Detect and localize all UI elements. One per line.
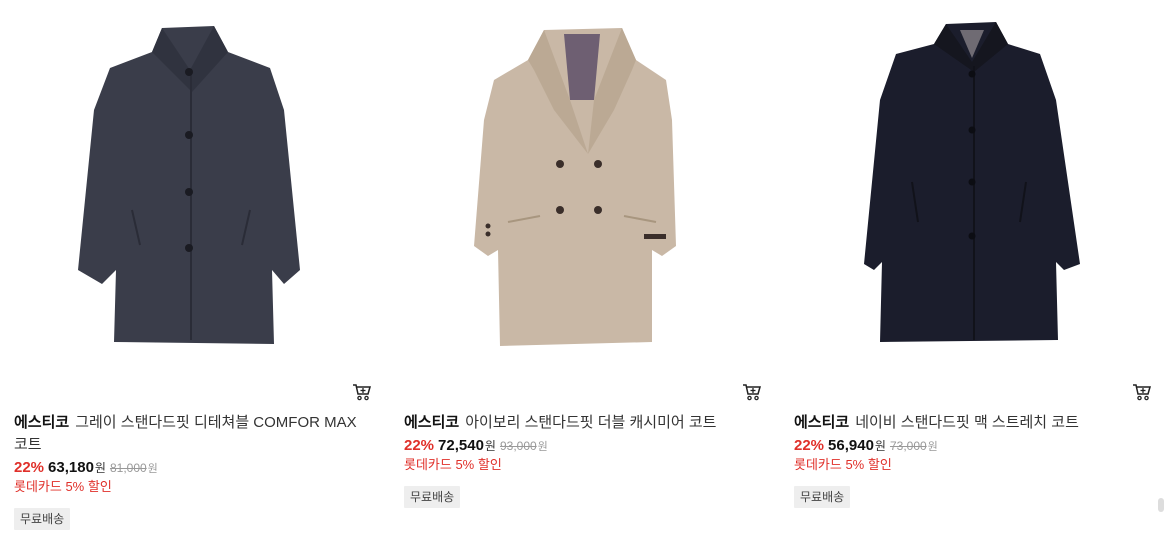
- cart-icon: [353, 384, 371, 401]
- price-unit: 원: [94, 461, 106, 475]
- price-unit: 원: [484, 439, 496, 453]
- discount-rate: 22%: [404, 437, 435, 454]
- price-row-1: 22% 63,180원 81,000원: [14, 458, 158, 479]
- product-grid: 에스티코 그레이 스탠다드핏 디테쳐블 COMFOR MAX 코트 22% 63,1…: [0, 0, 1164, 533]
- product-image-1[interactable]: [14, 0, 372, 372]
- gray-coat-image: [78, 26, 300, 344]
- page-scrollbar[interactable]: [1158, 498, 1164, 512]
- product-image-2[interactable]: [404, 0, 762, 372]
- price-row-3: 22% 56,940원 73,000원: [794, 436, 938, 457]
- cart-icon: [743, 384, 761, 401]
- product-brand: 에스티코: [14, 414, 70, 431]
- discount-rate: 22%: [794, 437, 825, 454]
- product-title-3[interactable]: 에스티코 네이비 스탠다드핏 맥 스트레치 코트: [794, 412, 1150, 434]
- cart-icon: [1133, 384, 1151, 401]
- card-discount-text: 롯데카드 5% 할인: [14, 479, 112, 494]
- ivory-coat-image: [474, 28, 676, 346]
- original-price-unit: 원: [537, 441, 548, 453]
- card-discount-text: 롯데카드 5% 할인: [794, 457, 892, 472]
- product-title-2[interactable]: 에스티코 아이보리 스탠다드핏 더블 캐시미어 코트: [404, 412, 760, 434]
- price-unit: 원: [874, 439, 886, 453]
- sale-price: 56,940: [828, 437, 874, 454]
- add-to-cart-button-3[interactable]: [1132, 382, 1154, 402]
- original-price: 73,000: [889, 439, 927, 453]
- original-price: 81,000: [109, 461, 147, 475]
- product-card-2: 에스티코 아이보리 스탠다드핏 더블 캐시미어 코트 22% 72,540원 93,0…: [404, 0, 774, 533]
- add-to-cart-button-1[interactable]: [352, 382, 374, 402]
- sale-price: 72,540: [438, 437, 484, 454]
- free-shipping-badge: 무료배송: [14, 508, 71, 530]
- sale-price: 63,180: [48, 459, 94, 476]
- free-shipping-badge: 무료배송: [404, 486, 461, 508]
- product-card-3: 에스티코 네이비 스탠다드핏 맥 스트레치 코트 22% 56,940원 73,000…: [794, 0, 1164, 533]
- free-shipping-badge: 무료배송: [794, 486, 851, 508]
- product-image-3[interactable]: [794, 0, 1152, 372]
- price-row-2: 22% 72,540원 93,000원: [404, 436, 548, 457]
- original-price-unit: 원: [927, 441, 938, 453]
- add-to-cart-button-2[interactable]: [742, 382, 764, 402]
- product-name: 아이보리 스탠다드핏 더블 캐시미어 코트: [465, 414, 717, 431]
- original-price-unit: 원: [147, 463, 158, 475]
- original-price: 93,000: [499, 439, 537, 453]
- product-brand: 에스티코: [404, 414, 460, 431]
- product-brand: 에스티코: [794, 414, 850, 431]
- discount-rate: 22%: [14, 459, 45, 476]
- product-name: 네이비 스탠다드핏 맥 스트레치 코트: [855, 414, 1079, 431]
- product-card-1: 에스티코 그레이 스탠다드핏 디테쳐블 COMFOR MAX 코트 22% 63,1…: [14, 0, 384, 533]
- navy-coat-image: [864, 22, 1080, 342]
- card-discount-text: 롯데카드 5% 할인: [404, 457, 502, 472]
- product-title-1[interactable]: 에스티코 그레이 스탠다드핏 디테쳐블 COMFOR MAX 코트: [14, 412, 370, 456]
